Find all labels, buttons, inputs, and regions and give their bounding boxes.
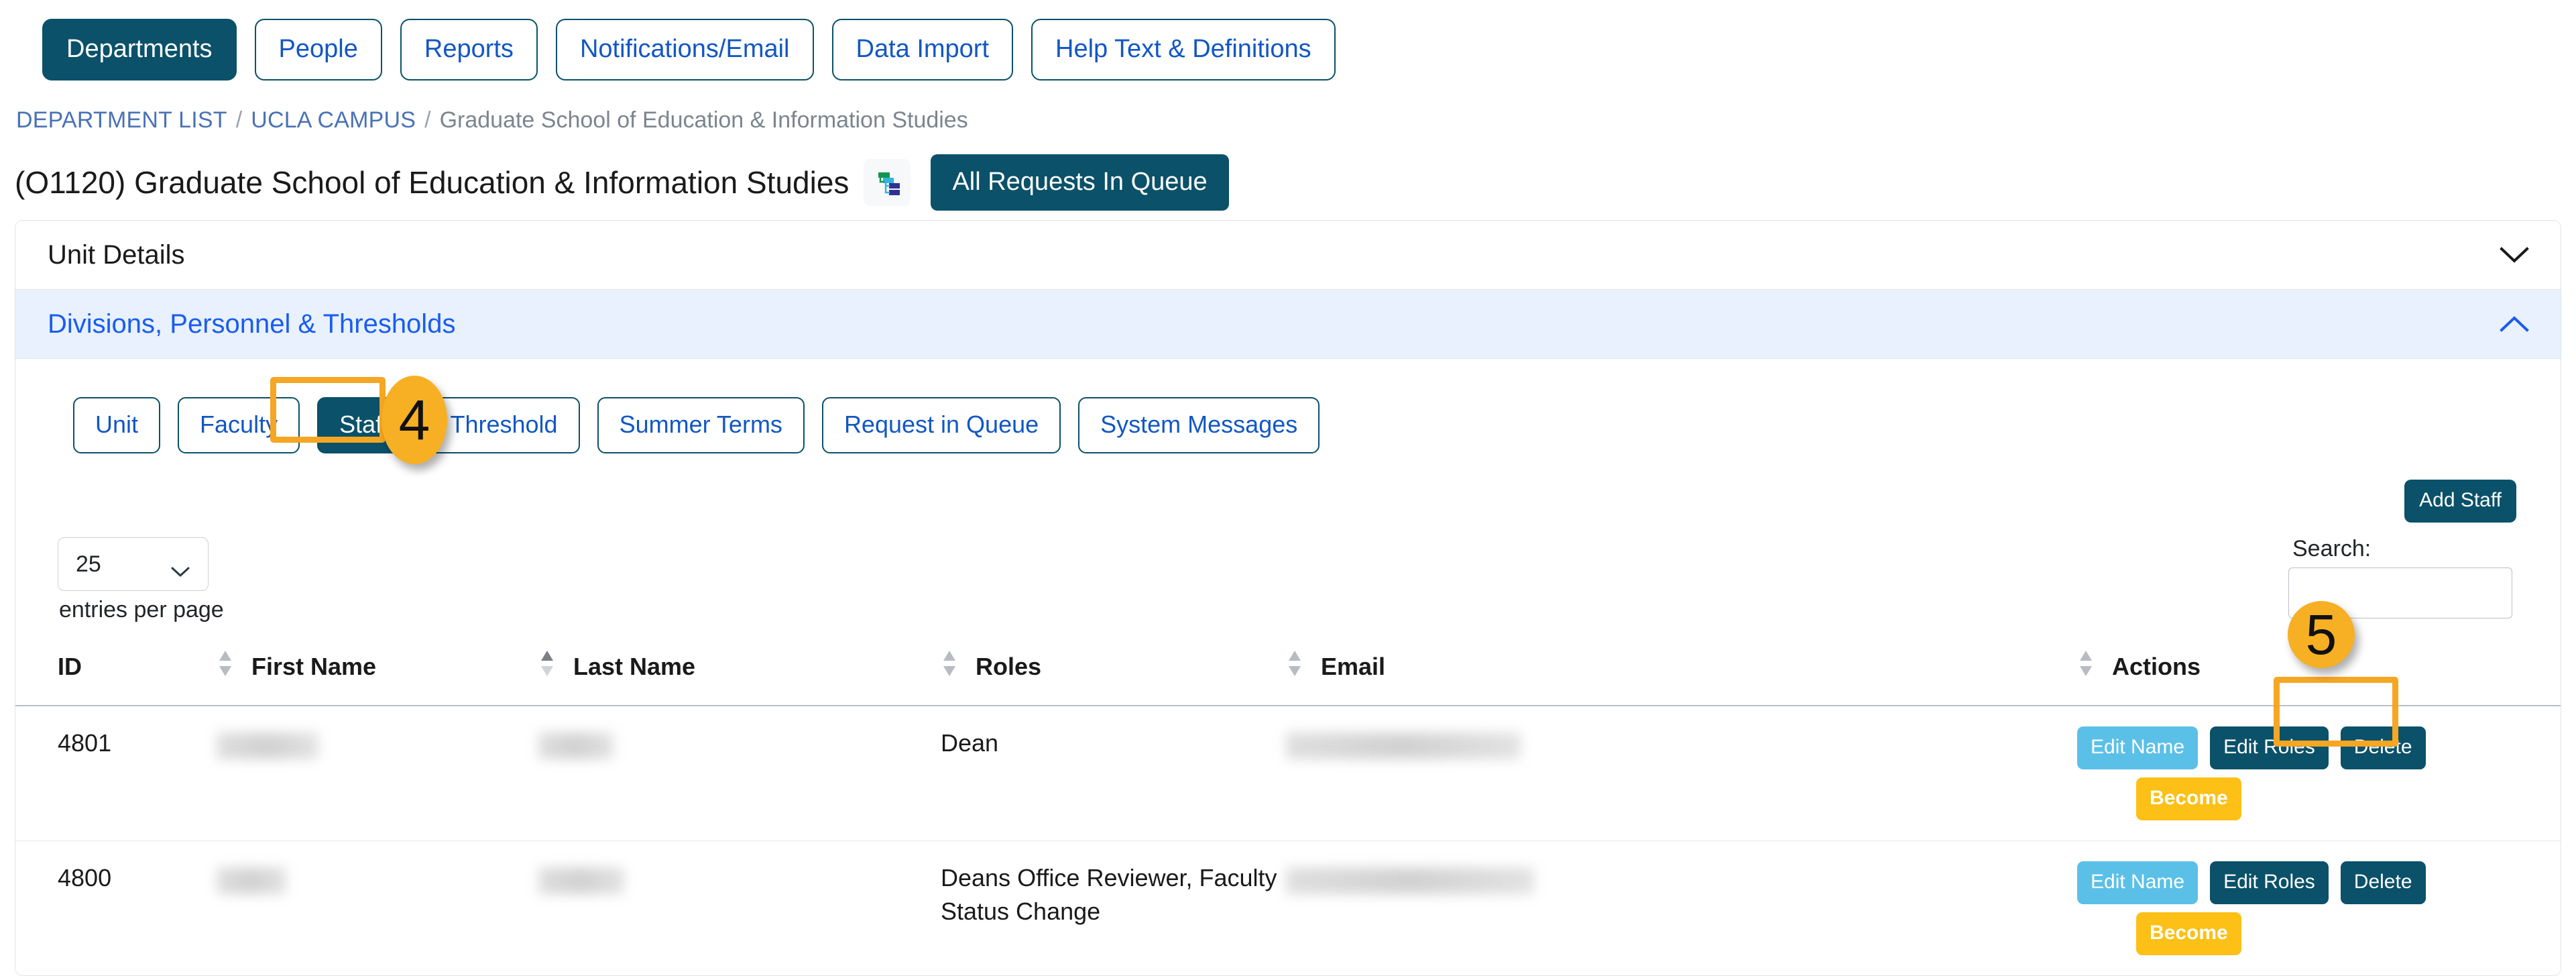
add-staff-button[interactable]: Add Staff [2404, 480, 2516, 523]
edit-name-button[interactable]: Edit Name [2077, 861, 2199, 904]
delete-button[interactable]: Delete [2340, 726, 2426, 769]
redacted-value [1286, 733, 1521, 760]
entries-per-page-label: entries per page [59, 597, 224, 622]
nav-tab-reports[interactable]: Reports [400, 19, 538, 80]
column-header-id[interactable]: ID [15, 636, 217, 706]
cell-actions: Edit Name Edit Roles Delete Become [2077, 706, 2561, 841]
annotation-badge-5: 5 [2288, 601, 2355, 668]
column-header-first-name[interactable]: First Name [217, 636, 538, 706]
page-header: (O1120) Graduate School of Education & I… [15, 149, 1229, 216]
staff-table-head: ID First Name Last Name Roles Email Acti… [15, 636, 2561, 706]
cell-roles: Dean [941, 706, 1286, 841]
staff-table-body: 4801 Dean Edit Name Edit Roles Delete Be… [15, 706, 2561, 975]
subtab-summer-terms[interactable]: Summer Terms [597, 397, 805, 453]
chevron-up-icon[interactable] [2499, 315, 2530, 333]
column-label: Last Name [573, 652, 696, 680]
accordion-title: Divisions, Personnel & Thresholds [48, 309, 456, 339]
accordion-title: Unit Details [48, 240, 185, 270]
sort-icon-neutral [2077, 648, 2095, 685]
become-button[interactable]: Become [2136, 777, 2241, 820]
accordion-divisions-personnel-thresholds[interactable]: Divisions, Personnel & Thresholds [15, 290, 2561, 359]
staff-table: ID First Name Last Name Roles Email Acti… [15, 636, 2561, 975]
details-card: Unit Details Divisions, Personnel & Thre… [15, 220, 2561, 976]
app-page: Departments People Reports Notifications… [0, 0, 2576, 976]
table-row: 4800 Deans Office Reviewer, Faculty Stat… [15, 841, 2561, 976]
breadcrumb-separator: / [424, 107, 431, 133]
all-requests-in-queue-button[interactable]: All Requests In Queue [931, 154, 1229, 211]
row-action-group: Edit Name Edit Roles Delete Become [2077, 861, 2561, 955]
cell-first-name [217, 706, 538, 841]
row-action-group: Edit Name Edit Roles Delete Become [2077, 726, 2561, 820]
cell-id: 4800 [58, 864, 112, 891]
breadcrumb: DEPARTMENT LIST / UCLA CAMPUS / Graduate… [16, 109, 968, 131]
entries-per-page-select[interactable]: 25 [58, 537, 209, 591]
column-label: ID [58, 652, 82, 680]
table-row: 4801 Dean Edit Name Edit Roles Delete Be… [15, 706, 2561, 841]
sort-icon-neutral [1286, 648, 1303, 685]
cell-roles: Deans Office Reviewer, Faculty Status Ch… [941, 864, 1277, 925]
column-header-roles[interactable]: Roles [941, 636, 1286, 706]
cell-last-name [538, 841, 941, 976]
sort-icon-neutral [941, 648, 958, 685]
main-navigation: Departments People Reports Notifications… [0, 0, 2576, 99]
breadcrumb-ucla-campus[interactable]: UCLA CAMPUS [251, 109, 416, 131]
accordion-unit-details[interactable]: Unit Details [15, 221, 2561, 290]
column-header-last-name[interactable]: Last Name [538, 636, 941, 706]
search-label: Search: [2292, 536, 2372, 561]
page-title: (O1120) Graduate School of Education & I… [15, 165, 850, 200]
chevron-down-icon[interactable] [2499, 246, 2530, 264]
add-staff-row: Add Staff [15, 461, 2561, 523]
redacted-value [217, 733, 318, 760]
cell-email [1286, 706, 2077, 841]
cell-actions: Edit Name Edit Roles Delete Become [2077, 841, 2561, 976]
entries-per-page-value: 25 [76, 551, 101, 577]
hierarchy-icon[interactable] [864, 159, 911, 206]
edit-roles-button[interactable]: Edit Roles [2210, 861, 2329, 904]
subtab-unit[interactable]: Unit [73, 397, 161, 453]
redacted-value [538, 867, 624, 895]
column-label: Actions [2112, 652, 2201, 680]
nav-tab-people[interactable]: People [254, 19, 382, 80]
nav-tab-help-text-definitions[interactable]: Help Text & Definitions [1031, 19, 1336, 80]
row-action-buttons: Edit Name Edit Roles Delete [2077, 726, 2426, 769]
cell-email [1286, 841, 2077, 976]
subtab-threshold[interactable]: Threshold [428, 397, 580, 453]
table-controls: 25 entries per page Search: [15, 523, 2561, 621]
table-header-row: ID First Name Last Name Roles Email Acti… [15, 636, 2561, 706]
redacted-value [538, 733, 613, 760]
become-button[interactable]: Become [2136, 912, 2241, 955]
nav-tab-departments[interactable]: Departments [42, 19, 237, 80]
delete-button[interactable]: Delete [2340, 861, 2426, 904]
subtab-system-messages[interactable]: System Messages [1078, 397, 1320, 453]
chevron-down-icon [170, 558, 190, 577]
become-wrap: Become [2077, 912, 2241, 955]
subtab-faculty[interactable]: Faculty [178, 397, 300, 453]
redacted-value [1286, 867, 1534, 895]
column-header-email[interactable]: Email [1286, 636, 2077, 706]
nav-tab-notifications-email[interactable]: Notifications/Email [555, 19, 814, 80]
cell-first-name [217, 841, 538, 976]
edit-roles-button[interactable]: Edit Roles [2210, 726, 2329, 769]
breadcrumb-department-list[interactable]: DEPARTMENT LIST [16, 109, 227, 131]
become-wrap: Become [2077, 777, 2241, 820]
row-action-buttons: Edit Name Edit Roles Delete [2077, 861, 2426, 904]
cell-last-name [538, 706, 941, 841]
annotation-badge-4: 4 [382, 376, 447, 464]
sort-icon-neutral [217, 648, 234, 685]
cell-id: 4801 [15, 706, 217, 841]
column-label: Email [1321, 652, 1386, 680]
annotation-label: 4 [398, 388, 430, 451]
sort-icon-ascending [538, 648, 556, 685]
redacted-value [217, 867, 286, 895]
column-label: First Name [251, 652, 377, 680]
nav-tab-data-import[interactable]: Data Import [831, 19, 1014, 80]
edit-name-button[interactable]: Edit Name [2077, 726, 2199, 769]
annotation-label: 5 [2305, 603, 2337, 666]
breadcrumb-separator: / [235, 107, 243, 133]
entries-per-page-group: 25 entries per page [58, 537, 224, 621]
breadcrumb-current: Graduate School of Education & Informati… [439, 107, 968, 133]
column-label: Roles [976, 652, 1042, 680]
subtab-request-in-queue[interactable]: Request in Queue [821, 397, 1061, 453]
